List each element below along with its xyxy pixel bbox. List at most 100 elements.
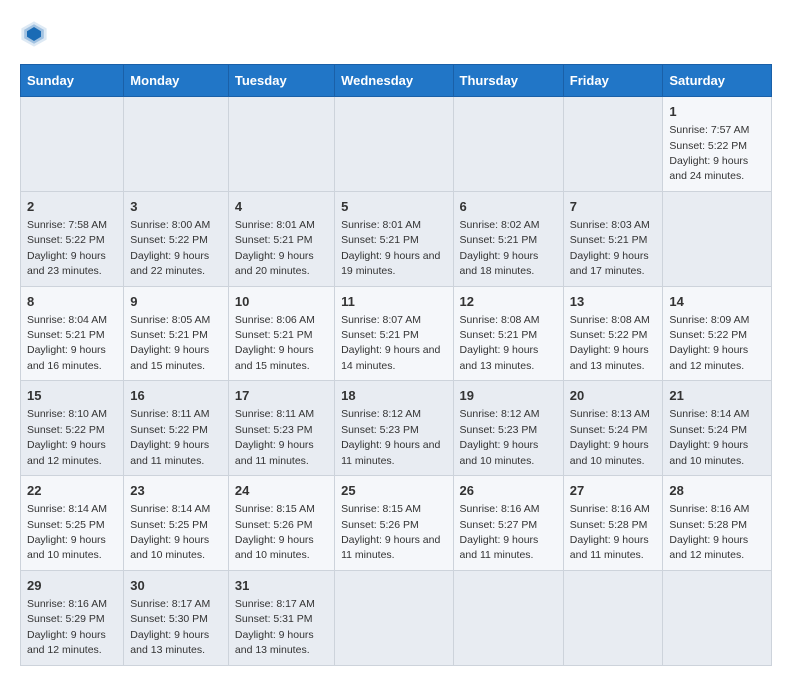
sunrise: Sunrise: 8:15 AM (235, 503, 315, 515)
sunrise: Sunrise: 8:14 AM (130, 503, 210, 515)
daylight: Daylight: 9 hours and 10 minutes. (27, 534, 106, 561)
sunrise: Sunrise: 8:16 AM (460, 503, 540, 515)
daylight: Daylight: 9 hours and 22 minutes. (130, 250, 209, 277)
sunset: Sunset: 5:21 PM (460, 234, 538, 246)
sunrise: Sunrise: 8:04 AM (27, 314, 107, 326)
day-number: 29 (27, 577, 117, 595)
sunrise: Sunrise: 8:11 AM (130, 408, 209, 420)
sunset: Sunset: 5:24 PM (570, 424, 648, 436)
header-tuesday: Tuesday (228, 65, 334, 97)
empty-cell (663, 570, 772, 665)
calendar-day-28: 28 Sunrise: 8:16 AM Sunset: 5:28 PM Dayl… (663, 476, 772, 571)
day-number: 6 (460, 198, 557, 216)
calendar-day-9: 9 Sunrise: 8:05 AM Sunset: 5:21 PM Dayli… (124, 286, 229, 381)
header-thursday: Thursday (453, 65, 563, 97)
day-number: 8 (27, 293, 117, 311)
header-friday: Friday (563, 65, 663, 97)
calendar-week-row: 29 Sunrise: 8:16 AM Sunset: 5:29 PM Dayl… (21, 570, 772, 665)
calendar-day-8: 8 Sunrise: 8:04 AM Sunset: 5:21 PM Dayli… (21, 286, 124, 381)
empty-cell (124, 97, 229, 192)
header-monday: Monday (124, 65, 229, 97)
daylight: Daylight: 9 hours and 20 minutes. (235, 250, 314, 277)
calendar-day-31: 31 Sunrise: 8:17 AM Sunset: 5:31 PM Dayl… (228, 570, 334, 665)
calendar-day-11: 11 Sunrise: 8:07 AM Sunset: 5:21 PM Dayl… (335, 286, 453, 381)
day-number: 5 (341, 198, 446, 216)
daylight: Daylight: 9 hours and 10 minutes. (130, 534, 209, 561)
sunset: Sunset: 5:21 PM (460, 329, 538, 341)
daylight: Daylight: 9 hours and 10 minutes. (235, 534, 314, 561)
daylight: Daylight: 9 hours and 24 minutes. (669, 155, 748, 182)
page-header (20, 20, 772, 48)
header-sunday: Sunday (21, 65, 124, 97)
sunset: Sunset: 5:21 PM (570, 234, 648, 246)
day-number: 17 (235, 387, 328, 405)
sunrise: Sunrise: 8:11 AM (235, 408, 314, 420)
daylight: Daylight: 9 hours and 13 minutes. (460, 344, 539, 371)
sunrise: Sunrise: 8:08 AM (570, 314, 650, 326)
calendar-day-23: 23 Sunrise: 8:14 AM Sunset: 5:25 PM Dayl… (124, 476, 229, 571)
empty-cell (663, 191, 772, 286)
day-number: 1 (669, 103, 765, 121)
sunset: Sunset: 5:30 PM (130, 613, 208, 625)
calendar-day-15: 15 Sunrise: 8:10 AM Sunset: 5:22 PM Dayl… (21, 381, 124, 476)
day-number: 26 (460, 482, 557, 500)
sunrise: Sunrise: 8:12 AM (460, 408, 540, 420)
empty-cell (335, 570, 453, 665)
daylight: Daylight: 9 hours and 13 minutes. (130, 629, 209, 656)
calendar-day-1: 1 Sunrise: 7:57 AM Sunset: 5:22 PM Dayli… (663, 97, 772, 192)
daylight: Daylight: 9 hours and 10 minutes. (570, 439, 649, 466)
sunset: Sunset: 5:22 PM (27, 424, 105, 436)
sunset: Sunset: 5:28 PM (669, 519, 747, 531)
sunset: Sunset: 5:21 PM (235, 234, 313, 246)
sunset: Sunset: 5:26 PM (235, 519, 313, 531)
sunset: Sunset: 5:24 PM (669, 424, 747, 436)
daylight: Daylight: 9 hours and 10 minutes. (460, 439, 539, 466)
calendar-day-29: 29 Sunrise: 8:16 AM Sunset: 5:29 PM Dayl… (21, 570, 124, 665)
calendar-day-17: 17 Sunrise: 8:11 AM Sunset: 5:23 PM Dayl… (228, 381, 334, 476)
sunrise: Sunrise: 8:16 AM (27, 598, 107, 610)
daylight: Daylight: 9 hours and 13 minutes. (570, 344, 649, 371)
sunset: Sunset: 5:22 PM (669, 329, 747, 341)
day-number: 25 (341, 482, 446, 500)
logo (20, 20, 52, 48)
day-number: 23 (130, 482, 222, 500)
sunset: Sunset: 5:25 PM (130, 519, 208, 531)
calendar-day-5: 5 Sunrise: 8:01 AM Sunset: 5:21 PM Dayli… (335, 191, 453, 286)
calendar-week-row: 2 Sunrise: 7:58 AM Sunset: 5:22 PM Dayli… (21, 191, 772, 286)
sunset: Sunset: 5:31 PM (235, 613, 313, 625)
day-number: 12 (460, 293, 557, 311)
calendar-day-3: 3 Sunrise: 8:00 AM Sunset: 5:22 PM Dayli… (124, 191, 229, 286)
daylight: Daylight: 9 hours and 18 minutes. (460, 250, 539, 277)
calendar-day-10: 10 Sunrise: 8:06 AM Sunset: 5:21 PM Dayl… (228, 286, 334, 381)
calendar-day-30: 30 Sunrise: 8:17 AM Sunset: 5:30 PM Dayl… (124, 570, 229, 665)
day-number: 24 (235, 482, 328, 500)
sunrise: Sunrise: 8:12 AM (341, 408, 421, 420)
sunrise: Sunrise: 8:13 AM (570, 408, 650, 420)
sunrise: Sunrise: 8:01 AM (235, 219, 315, 231)
day-number: 16 (130, 387, 222, 405)
calendar-day-13: 13 Sunrise: 8:08 AM Sunset: 5:22 PM Dayl… (563, 286, 663, 381)
daylight: Daylight: 9 hours and 11 minutes. (341, 439, 440, 466)
daylight: Daylight: 9 hours and 12 minutes. (669, 534, 748, 561)
calendar-day-16: 16 Sunrise: 8:11 AM Sunset: 5:22 PM Dayl… (124, 381, 229, 476)
day-number: 22 (27, 482, 117, 500)
calendar-week-row: 8 Sunrise: 8:04 AM Sunset: 5:21 PM Dayli… (21, 286, 772, 381)
day-number: 3 (130, 198, 222, 216)
sunrise: Sunrise: 8:00 AM (130, 219, 210, 231)
daylight: Daylight: 9 hours and 11 minutes. (341, 534, 440, 561)
day-number: 11 (341, 293, 446, 311)
sunrise: Sunrise: 8:08 AM (460, 314, 540, 326)
sunrise: Sunrise: 8:01 AM (341, 219, 421, 231)
daylight: Daylight: 9 hours and 12 minutes. (669, 344, 748, 371)
day-number: 30 (130, 577, 222, 595)
calendar-day-25: 25 Sunrise: 8:15 AM Sunset: 5:26 PM Dayl… (335, 476, 453, 571)
sunrise: Sunrise: 8:16 AM (570, 503, 650, 515)
daylight: Daylight: 9 hours and 19 minutes. (341, 250, 440, 277)
sunrise: Sunrise: 8:17 AM (235, 598, 315, 610)
empty-cell (563, 570, 663, 665)
calendar-day-27: 27 Sunrise: 8:16 AM Sunset: 5:28 PM Dayl… (563, 476, 663, 571)
day-number: 4 (235, 198, 328, 216)
calendar-week-row: 22 Sunrise: 8:14 AM Sunset: 5:25 PM Dayl… (21, 476, 772, 571)
sunset: Sunset: 5:22 PM (130, 234, 208, 246)
daylight: Daylight: 9 hours and 11 minutes. (235, 439, 314, 466)
